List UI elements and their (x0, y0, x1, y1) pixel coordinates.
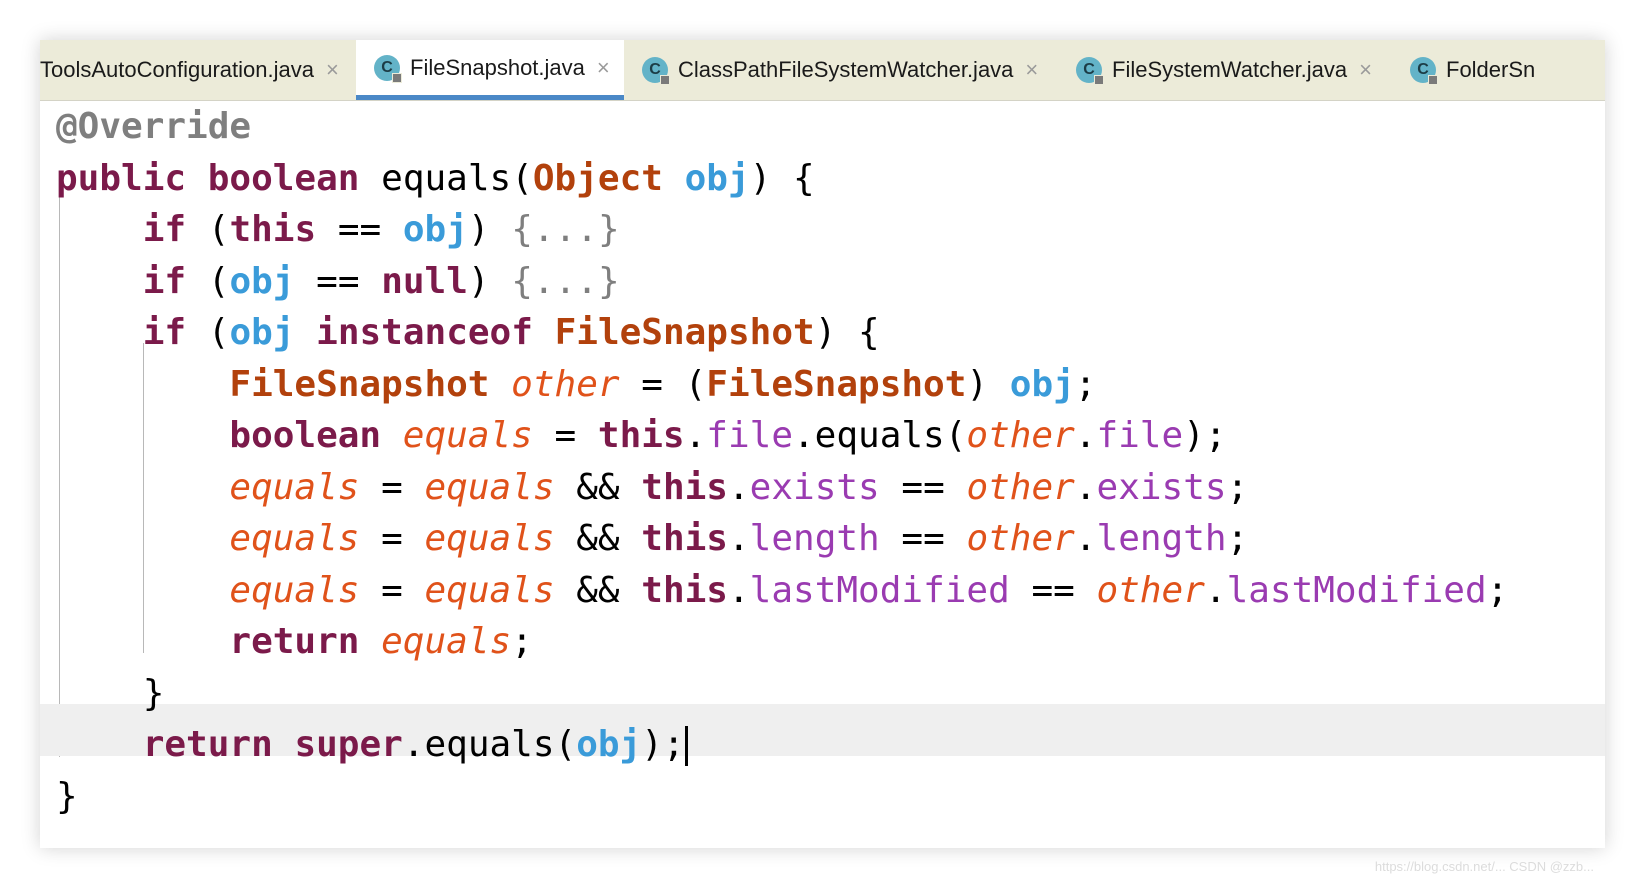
class-icon: C (374, 54, 402, 83)
code-editor[interactable]: @Override public boolean equals(Object o… (40, 101, 1605, 848)
text-caret (684, 726, 688, 766)
code-line-4: if (obj == null) {...} (142, 261, 620, 302)
code-line-10: equals = equals && this.lastModified == … (229, 570, 1509, 611)
tab-label: FileSnapshot.java (410, 54, 585, 80)
code-line-11: return equals; (229, 621, 533, 662)
code-line-13: return super.equals(obj); (56, 719, 688, 771)
close-icon[interactable]: × (597, 55, 610, 81)
code-line-6: FileSnapshot other = (FileSnapshot) obj; (229, 364, 1097, 405)
class-icon: C (1410, 57, 1438, 85)
code-line-1: @Override (56, 106, 252, 147)
tab-label: ClassPathFileSystemWatcher.java (678, 57, 1014, 82)
folded-block: {...} (511, 261, 620, 302)
tab-classpath-file-system-watcher[interactable]: C ClassPathFileSystemWatcher.java × (642, 40, 1038, 100)
tab-tools-auto-configuration[interactable]: ToolsAutoConfiguration.java × (40, 40, 339, 100)
folded-block: {...} (511, 209, 620, 250)
tab-label: FolderSn (1446, 57, 1536, 82)
class-icon: C (642, 57, 670, 85)
close-icon[interactable]: × (1025, 57, 1038, 83)
tab-label: FileSystemWatcher.java (1112, 57, 1348, 82)
code-line-12: } (142, 673, 165, 714)
tab-file-system-watcher[interactable]: C FileSystemWatcher.java × (1076, 40, 1372, 100)
code-line-7: boolean equals = this.file.equals(other.… (229, 415, 1227, 456)
tab-label: ToolsAutoConfiguration.java (40, 57, 314, 82)
close-icon[interactable]: × (326, 57, 339, 83)
code-line-8: equals = equals && this.exists == other.… (229, 467, 1249, 508)
code-line-5: if (obj instanceof FileSnapshot) { (142, 312, 880, 353)
watermark: https://blog.csdn.net/... CSDN @zzb... (1374, 859, 1594, 874)
editor-tab-bar: ToolsAutoConfiguration.java × C FileSnap… (40, 40, 1605, 101)
ide-window: ToolsAutoConfiguration.java × C FileSnap… (40, 40, 1605, 848)
tab-file-snapshot[interactable]: C FileSnapshot.java × (356, 40, 624, 100)
code-line-3: if (this == obj) {...} (142, 209, 620, 250)
close-icon[interactable]: × (1359, 57, 1372, 83)
tab-folder-snapshot[interactable]: C FolderSn (1410, 40, 1535, 100)
class-icon: C (1076, 57, 1104, 85)
code-line-14: } (56, 776, 78, 817)
code-line-2: public boolean equals(Object obj) { (56, 158, 815, 199)
code-line-9: equals = equals && this.length == other.… (229, 518, 1249, 559)
